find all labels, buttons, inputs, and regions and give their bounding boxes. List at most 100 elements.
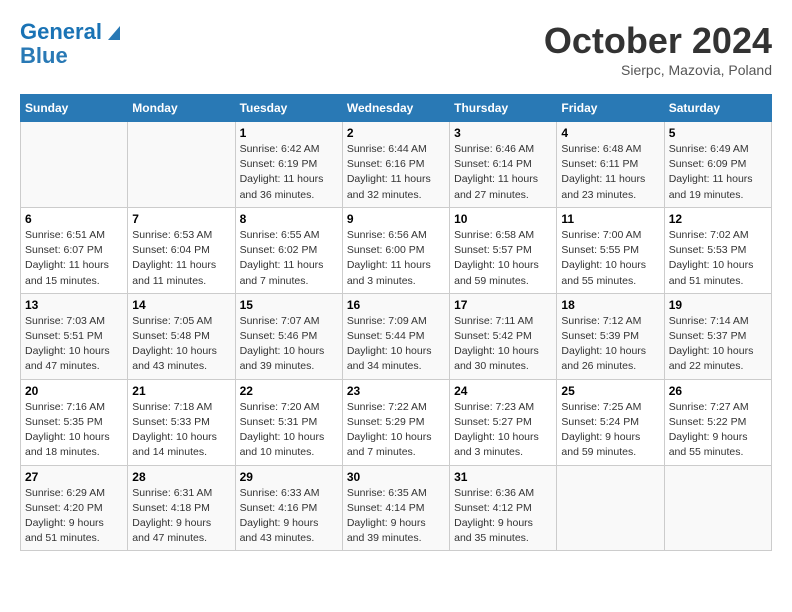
day-number: 25 bbox=[561, 384, 659, 398]
day-number: 6 bbox=[25, 212, 123, 226]
day-number: 21 bbox=[132, 384, 230, 398]
day-detail: Sunrise: 6:33 AMSunset: 4:16 PMDaylight:… bbox=[240, 486, 338, 547]
weekday-header: Friday bbox=[557, 95, 664, 122]
day-number: 15 bbox=[240, 298, 338, 312]
day-detail: Sunrise: 7:25 AMSunset: 5:24 PMDaylight:… bbox=[561, 400, 659, 461]
calendar-cell: 28Sunrise: 6:31 AMSunset: 4:18 PMDayligh… bbox=[128, 465, 235, 551]
weekday-header: Saturday bbox=[664, 95, 771, 122]
calendar-cell: 26 Sunrise: 7:27 AMSunset: 5:22 PMDayligh… bbox=[664, 379, 771, 465]
calendar-cell: 2Sunrise: 6:44 AMSunset: 6:16 PMDaylight… bbox=[342, 122, 449, 208]
day-detail: Sunrise: 6:42 AMSunset: 6:19 PMDaylight:… bbox=[240, 142, 338, 203]
page-header: General Blue October 2024 Sierpc, Mazovi… bbox=[20, 20, 772, 78]
day-number: 23 bbox=[347, 384, 445, 398]
day-detail: Sunrise: 7:18 AMSunset: 5:33 PMDaylight:… bbox=[132, 400, 230, 461]
day-number: 24 bbox=[454, 384, 552, 398]
calendar-week-row: 1 Sunrise: 6:42 AMSunset: 6:19 PMDaylight… bbox=[21, 122, 772, 208]
calendar-cell: 18 Sunrise: 7:12 AMSunset: 5:39 PMDayligh… bbox=[557, 293, 664, 379]
logo: General Blue bbox=[20, 20, 124, 68]
weekday-header: Wednesday bbox=[342, 95, 449, 122]
day-detail: Sunrise: 7:12 AMSunset: 5:39 PMDaylight:… bbox=[561, 314, 659, 375]
calendar-cell: 25 Sunrise: 7:25 AMSunset: 5:24 PMDayligh… bbox=[557, 379, 664, 465]
day-number: 28 bbox=[132, 470, 230, 484]
calendar-cell bbox=[664, 465, 771, 551]
day-number: 9 bbox=[347, 212, 445, 226]
calendar-week-row: 6 Sunrise: 6:51 AMSunset: 6:07 PMDaylight… bbox=[21, 207, 772, 293]
calendar-cell: 24 Sunrise: 7:23 AMSunset: 5:27 PMDayligh… bbox=[450, 379, 557, 465]
title-block: October 2024 Sierpc, Mazovia, Poland bbox=[544, 20, 772, 78]
day-detail: Sunrise: 6:36 AMSunset: 4:12 PMDaylight:… bbox=[454, 486, 552, 547]
day-detail: Sunrise: 7:05 AMSunset: 5:48 PMDaylight:… bbox=[132, 314, 230, 375]
day-detail: Sunrise: 7:02 AMSunset: 5:53 PMDaylight:… bbox=[669, 228, 767, 289]
weekday-header: Sunday bbox=[21, 95, 128, 122]
day-detail: Sunrise: 6:53 AMSunset: 6:04 PMDaylight:… bbox=[132, 228, 230, 289]
day-detail: Sunrise: 6:56 AMSunset: 6:00 PMDaylight:… bbox=[347, 228, 445, 289]
calendar-cell: 4Sunrise: 6:48 AMSunset: 6:11 PMDaylight… bbox=[557, 122, 664, 208]
day-detail: Sunrise: 7:23 AMSunset: 5:27 PMDaylight:… bbox=[454, 400, 552, 461]
day-detail: Sunrise: 7:20 AMSunset: 5:31 PMDaylight:… bbox=[240, 400, 338, 461]
day-number: 30 bbox=[347, 470, 445, 484]
day-number: 3 bbox=[454, 126, 552, 140]
day-detail: Sunrise: 7:14 AMSunset: 5:37 PMDaylight:… bbox=[669, 314, 767, 375]
calendar-week-row: 13 Sunrise: 7:03 AMSunset: 5:51 PMDayligh… bbox=[21, 293, 772, 379]
day-detail: Sunrise: 6:58 AMSunset: 5:57 PMDaylight:… bbox=[454, 228, 552, 289]
day-number: 27 bbox=[25, 470, 123, 484]
day-detail: Sunrise: 7:03 AMSunset: 5:51 PMDaylight:… bbox=[25, 314, 123, 375]
calendar-cell: 30 Sunrise: 6:35 AMSunset: 4:14 PMDayligh… bbox=[342, 465, 449, 551]
calendar-cell: 14Sunrise: 7:05 AMSunset: 5:48 PMDayligh… bbox=[128, 293, 235, 379]
day-number: 7 bbox=[132, 212, 230, 226]
calendar-cell: 19 Sunrise: 7:14 AMSunset: 5:37 PMDayligh… bbox=[664, 293, 771, 379]
day-number: 11 bbox=[561, 212, 659, 226]
day-detail: Sunrise: 6:55 AMSunset: 6:02 PMDaylight:… bbox=[240, 228, 338, 289]
calendar-cell: 21 Sunrise: 7:18 AMSunset: 5:33 PMDayligh… bbox=[128, 379, 235, 465]
calendar-week-row: 27 Sunrise: 6:29 AMSunset: 4:20 PMDayligh… bbox=[21, 465, 772, 551]
page-subtitle: Sierpc, Mazovia, Poland bbox=[544, 62, 772, 78]
weekday-header: Tuesday bbox=[235, 95, 342, 122]
weekday-header: Thursday bbox=[450, 95, 557, 122]
day-number: 26 bbox=[669, 384, 767, 398]
day-detail: Sunrise: 7:22 AMSunset: 5:29 PMDaylight:… bbox=[347, 400, 445, 461]
day-detail: Sunrise: 6:29 AMSunset: 4:20 PMDaylight:… bbox=[25, 486, 123, 547]
calendar-cell: 29 Sunrise: 6:33 AMSunset: 4:16 PMDayligh… bbox=[235, 465, 342, 551]
day-number: 20 bbox=[25, 384, 123, 398]
calendar-cell: 22 Sunrise: 7:20 AMSunset: 5:31 PMDayligh… bbox=[235, 379, 342, 465]
day-number: 18 bbox=[561, 298, 659, 312]
day-number: 4 bbox=[561, 126, 659, 140]
day-number: 13 bbox=[25, 298, 123, 312]
calendar-cell: 31 Sunrise: 6:36 AMSunset: 4:12 PMDayligh… bbox=[450, 465, 557, 551]
day-number: 12 bbox=[669, 212, 767, 226]
calendar-cell: 8 Sunrise: 6:55 AMSunset: 6:02 PMDaylight… bbox=[235, 207, 342, 293]
calendar-cell: 16Sunrise: 7:09 AMSunset: 5:44 PMDayligh… bbox=[342, 293, 449, 379]
calendar-cell: 10Sunrise: 6:58 AMSunset: 5:57 PMDayligh… bbox=[450, 207, 557, 293]
calendar-cell: 11 Sunrise: 7:00 AMSunset: 5:55 PMDayligh… bbox=[557, 207, 664, 293]
day-detail: Sunrise: 7:16 AMSunset: 5:35 PMDaylight:… bbox=[25, 400, 123, 461]
calendar-cell: 1 Sunrise: 6:42 AMSunset: 6:19 PMDaylight… bbox=[235, 122, 342, 208]
day-detail: Sunrise: 7:07 AMSunset: 5:46 PMDaylight:… bbox=[240, 314, 338, 375]
calendar-cell: 12 Sunrise: 7:02 AMSunset: 5:53 PMDayligh… bbox=[664, 207, 771, 293]
calendar-cell: 17 Sunrise: 7:11 AMSunset: 5:42 PMDayligh… bbox=[450, 293, 557, 379]
calendar-cell: 7 Sunrise: 6:53 AMSunset: 6:04 PMDaylight… bbox=[128, 207, 235, 293]
page-title: October 2024 bbox=[544, 20, 772, 62]
day-number: 1 bbox=[240, 126, 338, 140]
day-number: 31 bbox=[454, 470, 552, 484]
weekday-header: Monday bbox=[128, 95, 235, 122]
logo-text: General Blue bbox=[20, 20, 124, 68]
day-detail: Sunrise: 6:51 AMSunset: 6:07 PMDaylight:… bbox=[25, 228, 123, 289]
calendar-header-row: SundayMondayTuesdayWednesdayThursdayFrid… bbox=[21, 95, 772, 122]
calendar-cell: 6 Sunrise: 6:51 AMSunset: 6:07 PMDaylight… bbox=[21, 207, 128, 293]
day-detail: Sunrise: 6:35 AMSunset: 4:14 PMDaylight:… bbox=[347, 486, 445, 547]
calendar-cell: 9 Sunrise: 6:56 AMSunset: 6:00 PMDaylight… bbox=[342, 207, 449, 293]
day-detail: Sunrise: 6:49 AMSunset: 6:09 PMDaylight:… bbox=[669, 142, 767, 203]
day-number: 22 bbox=[240, 384, 338, 398]
day-number: 8 bbox=[240, 212, 338, 226]
day-detail: Sunrise: 7:09 AMSunset: 5:44 PMDaylight:… bbox=[347, 314, 445, 375]
day-detail: Sunrise: 6:44 AMSunset: 6:16 PMDaylight:… bbox=[347, 142, 445, 203]
day-number: 5 bbox=[669, 126, 767, 140]
day-number: 19 bbox=[669, 298, 767, 312]
day-detail: Sunrise: 7:00 AMSunset: 5:55 PMDaylight:… bbox=[561, 228, 659, 289]
day-detail: Sunrise: 7:11 AMSunset: 5:42 PMDaylight:… bbox=[454, 314, 552, 375]
day-number: 17 bbox=[454, 298, 552, 312]
day-number: 29 bbox=[240, 470, 338, 484]
day-detail: Sunrise: 6:46 AMSunset: 6:14 PMDaylight:… bbox=[454, 142, 552, 203]
day-detail: Sunrise: 7:27 AMSunset: 5:22 PMDaylight:… bbox=[669, 400, 767, 461]
calendar-cell: 23 Sunrise: 7:22 AMSunset: 5:29 PMDayligh… bbox=[342, 379, 449, 465]
